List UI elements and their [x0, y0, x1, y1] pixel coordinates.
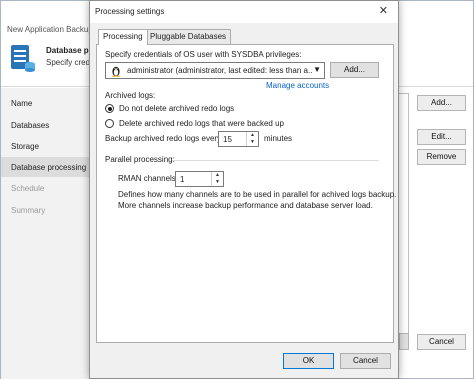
rman-channels-label: RMAN channels: [118, 174, 179, 183]
step-schedule: Schedule [11, 184, 45, 193]
backup-every-value: 15 [223, 135, 232, 144]
wizard-header-title: Database p [46, 46, 89, 55]
stepper-arrows-icon[interactable]: ▲ ▼ [211, 172, 223, 186]
wizard-list-edge [399, 93, 409, 349]
backup-every-stepper[interactable]: 15 ▲ ▼ [218, 131, 259, 147]
dialog-title: Processing settings [95, 7, 165, 16]
cancel-button[interactable]: Cancel [340, 353, 391, 369]
credentials-value: administrator (administrator, last edite… [127, 66, 312, 75]
radio-do-not-delete[interactable] [105, 104, 114, 113]
stepper-arrows-icon[interactable]: ▲ ▼ [246, 132, 258, 146]
parallel-processing-label: Parallel processing: [105, 155, 175, 164]
archived-logs-label: Archived logs: [105, 91, 156, 100]
credentials-label: Specify credentials of OS user with SYSD… [105, 50, 302, 59]
rman-description-line-2: More channels increase backup performanc… [118, 201, 373, 210]
step-database-processing[interactable]: Database processing [11, 163, 86, 172]
chevron-down-icon[interactable]: ▼ [313, 65, 321, 74]
rman-channels-value: 1 [180, 175, 185, 184]
wizard-bottom-button-edge[interactable] [399, 333, 409, 350]
linux-penguin-icon [112, 66, 120, 77]
wizard-cancel-button[interactable]: Cancel [417, 334, 466, 350]
close-icon[interactable]: ✕ [379, 5, 388, 17]
rman-channels-stepper[interactable]: 1 ▲ ▼ [175, 171, 224, 187]
rman-description-line-1: Defines how many channels are to be used… [118, 190, 397, 199]
manage-accounts-link[interactable]: Manage accounts [266, 81, 329, 90]
database-backup-icon [11, 45, 35, 72]
backup-every-label: Backup archived redo logs every: [105, 134, 224, 143]
credentials-dropdown[interactable]: administrator (administrator, last edite… [105, 62, 325, 79]
wizard-window-title: New Application Backup [7, 25, 93, 34]
wizard-edit-button[interactable]: Edit... [417, 129, 466, 145]
backup-every-unit: minutes [264, 134, 293, 143]
credentials-add-button[interactable]: Add... [330, 62, 379, 78]
tab-pluggable-databases[interactable]: Pluggable Databases [145, 29, 232, 44]
radio-delete-backed-up[interactable] [105, 119, 114, 128]
radio-delete-backed-up-label[interactable]: Delete archived redo logs that were back… [119, 119, 284, 128]
radio-do-not-delete-label[interactable]: Do not delete archived redo logs [119, 104, 234, 113]
step-summary: Summary [11, 206, 46, 215]
step-name[interactable]: Name [11, 99, 32, 108]
parallel-separator [172, 160, 379, 161]
tab-processing[interactable]: Processing [98, 29, 148, 45]
dialog-titlebar: Processing settings ✕ [90, 1, 398, 23]
wizard-steps-panel [1, 88, 91, 379]
step-storage[interactable]: Storage [11, 142, 39, 151]
wizard-remove-button[interactable]: Remove [417, 149, 466, 165]
step-databases[interactable]: Databases [11, 121, 49, 130]
ok-button[interactable]: OK [283, 353, 334, 369]
wizard-add-button[interactable]: Add... [417, 95, 466, 111]
